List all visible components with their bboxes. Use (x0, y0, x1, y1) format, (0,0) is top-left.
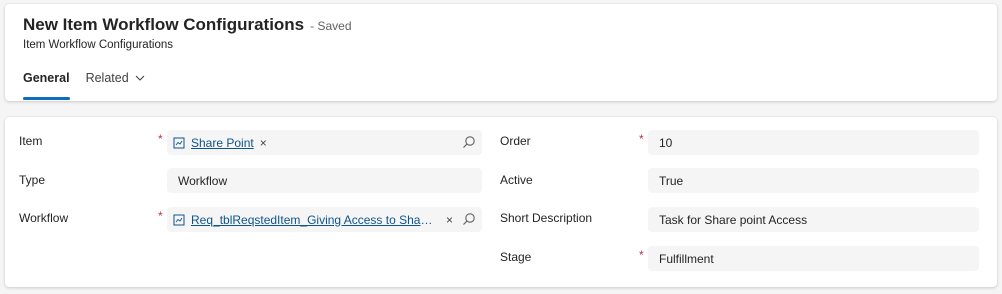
save-status: - Saved (310, 19, 352, 33)
entity-subtitle: Item Workflow Configurations (23, 39, 173, 51)
entity-record-icon (173, 214, 185, 225)
item-label: Item (19, 134, 43, 148)
short-description-field[interactable]: Task for Share point Access (648, 207, 979, 232)
entity-record-icon (173, 137, 185, 148)
stage-label: Stage (500, 250, 532, 264)
stage-field[interactable]: Fulfillment (648, 246, 979, 271)
item-clear-button[interactable]: × (260, 136, 267, 150)
workflow-label: Workflow (19, 211, 69, 225)
short-description-label: Short Description (500, 211, 593, 225)
type-field[interactable]: Workflow (167, 168, 482, 193)
active-value: True (659, 173, 684, 188)
active-field[interactable]: True (648, 168, 979, 193)
order-field[interactable]: 10 (648, 130, 979, 155)
form-header: New Item Workflow Configurations - Saved… (5, 4, 997, 101)
short-description-value: Task for Share point Access (659, 212, 808, 227)
title-row: New Item Workflow Configurations - Saved (23, 15, 352, 35)
workflow-clear-button[interactable]: × (446, 213, 453, 227)
order-label: Order (500, 134, 531, 148)
workflow-required-marker: * (158, 209, 163, 223)
workflow-lookup-chip: Req_tblReqstedItem_Giving Access to Shar… (173, 213, 453, 227)
stage-required-marker: * (639, 248, 644, 262)
tab-related-label: Related (85, 71, 129, 85)
order-value: 10 (659, 135, 673, 150)
tab-related[interactable]: Related (86, 71, 146, 99)
general-section: Item * Share Point × Type Workflow Workf… (5, 117, 997, 287)
item-lookup-value[interactable]: Share Point (191, 136, 254, 150)
tab-general-label: General (23, 71, 70, 85)
item-required-marker: * (158, 132, 163, 146)
active-label: Active (500, 173, 533, 187)
item-lookup-field[interactable]: Share Point × (167, 130, 482, 155)
tab-list: General Related (23, 71, 162, 100)
type-label: Type (19, 173, 46, 187)
workflow-lookup-field[interactable]: Req_tblReqstedItem_Giving Access to Shar… (167, 207, 482, 232)
page-title: New Item Workflow Configurations (23, 15, 305, 34)
order-required-marker: * (639, 132, 644, 146)
search-icon[interactable] (462, 212, 476, 226)
stage-value: Fulfillment (659, 251, 714, 266)
item-lookup-chip: Share Point × (173, 136, 267, 150)
type-value: Workflow (178, 173, 228, 188)
chevron-down-icon (135, 75, 145, 81)
workflow-lookup-value[interactable]: Req_tblReqstedItem_Giving Access to Shar… (191, 213, 436, 227)
tab-general[interactable]: General (23, 71, 70, 100)
search-icon[interactable] (462, 135, 476, 149)
